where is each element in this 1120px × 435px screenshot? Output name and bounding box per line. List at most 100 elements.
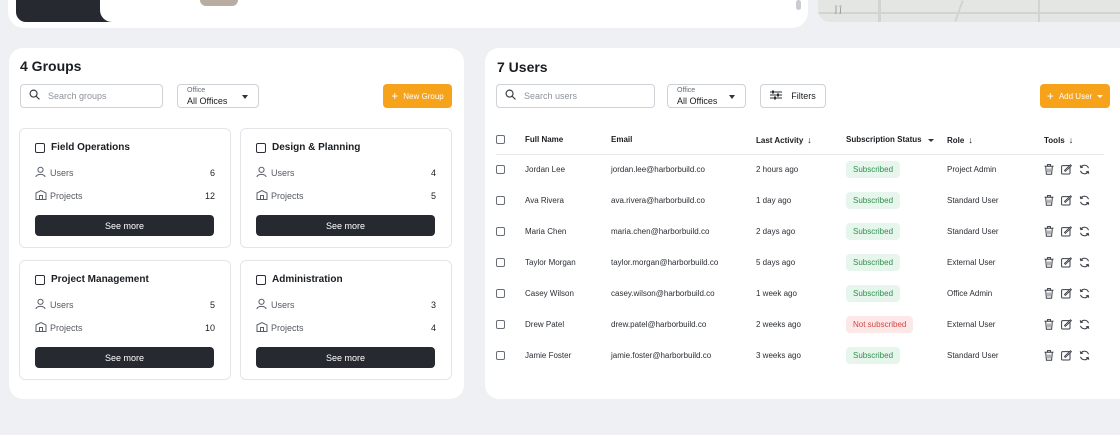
users-office-select[interactable]: Office All Offices xyxy=(667,84,746,108)
user-email: ava.rivera@harborbuild.co xyxy=(611,196,705,205)
table-row[interactable]: Casey Wilson casey.wilson@harborbuild.co… xyxy=(496,278,1104,309)
groups-office-select[interactable]: Office All Offices xyxy=(177,84,259,108)
row-checkbox[interactable] xyxy=(496,258,505,268)
col-email-label: Email xyxy=(611,135,633,145)
top-scrollbar[interactable] xyxy=(796,0,801,10)
group-checkbox[interactable] xyxy=(256,275,266,285)
group-card: Field Operations Users 6 Projects 12 See… xyxy=(19,128,231,248)
trash-icon[interactable] xyxy=(1044,350,1054,361)
sync-icon[interactable] xyxy=(1079,257,1090,268)
search-icon xyxy=(29,87,40,105)
table-row[interactable]: Drew Patel drew.patel@harborbuild.co 2 w… xyxy=(496,309,1104,340)
trash-icon[interactable] xyxy=(1044,319,1054,330)
row-checkbox[interactable] xyxy=(496,227,505,237)
edit-icon[interactable] xyxy=(1061,226,1072,237)
col-last-activity-label: Last Activity xyxy=(756,135,804,145)
user-role: Standard User xyxy=(947,227,999,236)
sync-icon[interactable] xyxy=(1079,226,1090,237)
trash-icon[interactable] xyxy=(1044,288,1054,299)
table-row[interactable]: Taylor Morgan taylor.morgan@harborbuild.… xyxy=(496,247,1104,278)
trash-icon[interactable] xyxy=(1044,257,1054,268)
edit-icon[interactable] xyxy=(1061,288,1072,299)
edit-icon[interactable] xyxy=(1061,319,1072,330)
trash-icon[interactable] xyxy=(1044,195,1054,206)
table-row[interactable]: Ava Rivera ava.rivera@harborbuild.co 1 d… xyxy=(496,185,1104,216)
sync-icon[interactable] xyxy=(1079,195,1090,206)
row-checkbox[interactable] xyxy=(496,165,505,175)
sync-icon[interactable] xyxy=(1079,288,1090,299)
projects-icon xyxy=(256,189,268,203)
table-row[interactable]: Maria Chen maria.chen@harborbuild.co 2 d… xyxy=(496,216,1104,247)
projects-count: 4 xyxy=(430,323,436,333)
office-select-value: All Offices xyxy=(677,96,718,106)
user-role: Standard User xyxy=(947,196,999,205)
plus-icon: + xyxy=(391,89,399,103)
edit-icon[interactable] xyxy=(1061,164,1072,175)
trash-icon[interactable] xyxy=(1044,226,1054,237)
group-users-row: Users 4 xyxy=(256,166,436,180)
chevron-down-icon xyxy=(242,95,248,99)
projects-label: Projects xyxy=(271,191,304,201)
col-subscription[interactable]: Subscription Status xyxy=(846,126,947,155)
user-role: Standard User xyxy=(947,351,999,360)
table-row[interactable]: Jamie Foster jamie.foster@harborbuild.co… xyxy=(496,340,1104,371)
user-name: Casey Wilson xyxy=(525,289,574,298)
see-more-button[interactable]: See more xyxy=(35,215,214,236)
sync-icon[interactable] xyxy=(1079,164,1090,175)
row-checkbox[interactable] xyxy=(496,196,505,206)
search-groups-input[interactable] xyxy=(48,91,148,101)
add-user-label: Add User xyxy=(1058,91,1093,101)
edit-icon[interactable] xyxy=(1061,350,1072,361)
trash-icon[interactable] xyxy=(1044,164,1054,176)
new-group-button[interactable]: + New Group xyxy=(383,84,452,108)
group-users-row: Users 6 xyxy=(35,166,215,180)
user-email: jamie.foster@harborbuild.co xyxy=(611,351,712,360)
row-checkbox[interactable] xyxy=(496,289,505,299)
filters-button[interactable]: Filters xyxy=(760,84,826,108)
see-more-button[interactable]: See more xyxy=(256,215,435,236)
sync-icon[interactable] xyxy=(1079,319,1090,330)
user-icon xyxy=(256,298,267,312)
col-tools[interactable]: Tools ↓ xyxy=(1044,126,1104,155)
group-checkbox[interactable] xyxy=(256,143,266,153)
col-email[interactable]: Email xyxy=(611,126,756,155)
col-full-name[interactable]: Full Name xyxy=(525,126,611,155)
user-role: Office Admin xyxy=(947,289,993,298)
add-user-button[interactable]: + Add User xyxy=(1040,84,1110,108)
select-all-checkbox[interactable] xyxy=(496,135,505,145)
users-table: Full Name Email Last Activity ↓ Subscript… xyxy=(496,126,1104,371)
group-checkbox[interactable] xyxy=(35,275,45,285)
col-role[interactable]: Role ↓ xyxy=(947,126,1044,155)
row-tools xyxy=(1044,288,1104,299)
col-last-activity[interactable]: Last Activity ↓ xyxy=(756,126,846,155)
row-checkbox[interactable] xyxy=(496,320,505,330)
user-icon xyxy=(256,166,267,180)
user-email: taylor.morgan@harborbuild.co xyxy=(611,258,719,267)
chevron-down-icon xyxy=(927,138,934,142)
edit-icon[interactable] xyxy=(1061,257,1072,268)
sync-icon[interactable] xyxy=(1079,350,1090,361)
groups-search[interactable] xyxy=(20,84,163,108)
row-checkbox[interactable] xyxy=(496,351,505,361)
group-checkbox[interactable] xyxy=(35,143,45,153)
projects-label: Projects xyxy=(50,191,83,201)
search-users-input[interactable] xyxy=(524,91,624,101)
projects-count: 12 xyxy=(204,191,215,201)
top-image-thumbnail xyxy=(200,0,238,6)
user-last-activity: 2 weeks ago xyxy=(756,320,801,329)
user-email: drew.patel@harborbuild.co xyxy=(611,320,707,329)
users-search[interactable] xyxy=(496,84,655,108)
sort-arrow-icon: ↓ xyxy=(1068,134,1074,145)
see-more-button[interactable]: See more xyxy=(35,347,214,368)
row-tools xyxy=(1044,164,1104,176)
user-email: jordan.lee@harborbuild.co xyxy=(611,165,705,175)
edit-icon[interactable] xyxy=(1061,195,1072,206)
top-map[interactable]: ĵ ĵ xyxy=(818,0,1120,22)
col-subscription-label: Subscription Status xyxy=(846,135,922,145)
table-row[interactable]: Jordan Lee jordan.lee@harborbuild.co 2 h… xyxy=(496,154,1104,185)
user-last-activity: 2 hours ago xyxy=(756,165,799,175)
table-header-row: Full Name Email Last Activity ↓ Subscript… xyxy=(496,126,1104,155)
row-tools xyxy=(1044,319,1104,330)
status-badge: Subscribed xyxy=(846,285,901,302)
see-more-button[interactable]: See more xyxy=(256,347,435,368)
